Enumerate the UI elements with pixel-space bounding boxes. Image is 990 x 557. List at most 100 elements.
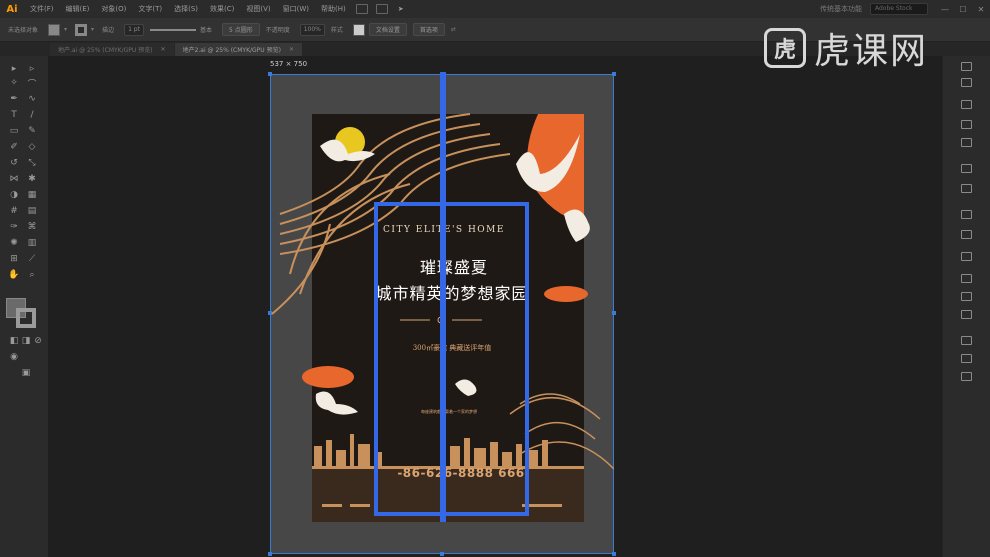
graph-tool-icon[interactable]: ▥ bbox=[26, 238, 38, 248]
symbols-icon[interactable] bbox=[961, 164, 972, 173]
align-icon[interactable] bbox=[961, 336, 972, 345]
paintbrush-icon[interactable]: ✎ bbox=[26, 126, 38, 136]
close-icon[interactable]: ✕ bbox=[161, 46, 166, 53]
pen-tool-icon[interactable]: ✒ bbox=[8, 94, 20, 104]
stroke-color-swatch[interactable] bbox=[75, 23, 88, 36]
workspace-switcher[interactable]: 传统基本功能 bbox=[820, 4, 862, 14]
mesh-icon[interactable]: # bbox=[8, 206, 20, 216]
close-icon[interactable]: ✕ bbox=[289, 46, 294, 53]
stroke-dropdown-icon[interactable]: ▾ bbox=[91, 26, 94, 33]
menu-view[interactable]: 视图(V) bbox=[240, 4, 276, 14]
watermark-logo: 虎 bbox=[764, 28, 806, 68]
menu-effect[interactable]: 效果(C) bbox=[204, 4, 240, 14]
character-icon[interactable] bbox=[961, 372, 972, 381]
puppet-warp-icon[interactable]: ✱ bbox=[26, 174, 38, 184]
draw-mode-icon[interactable]: ◉ bbox=[8, 352, 20, 362]
opacity-input[interactable]: 100% bbox=[299, 23, 325, 36]
swatches-icon[interactable] bbox=[961, 120, 972, 129]
properties-icon[interactable] bbox=[961, 62, 972, 71]
close-icon[interactable]: ✕ bbox=[972, 0, 990, 18]
app-logo: Ai bbox=[6, 3, 18, 15]
watermark: 虎 虎课网 bbox=[764, 22, 928, 74]
maximize-icon[interactable]: ☐ bbox=[954, 0, 972, 18]
pathfinder-icon[interactable] bbox=[961, 354, 972, 363]
selection-status: 未选择对象 bbox=[8, 27, 39, 34]
selection-tool-icon[interactable]: ▸ bbox=[8, 64, 20, 74]
width-tool-icon[interactable]: ⋈ bbox=[8, 174, 20, 184]
tab-document-2[interactable]: 地产2.ai @ 25% (CMYK/GPU 预览) ✕ bbox=[174, 43, 302, 56]
tools-panel: ▸ ▹ ✧ ⌒ ✒ ∿ T / ▭ ✎ ✐ ◇ ↺ ⤡ ⋈ ✱ ◑ ▦ # ▤ … bbox=[0, 56, 48, 557]
none-color-icon[interactable]: ⊘ bbox=[32, 336, 44, 346]
gradient-icon[interactable]: ▤ bbox=[26, 206, 38, 216]
opacity-label: 不透明度 bbox=[265, 27, 290, 34]
stroke-style-label: 基本 bbox=[199, 27, 212, 34]
artboard-tool-icon[interactable]: ⊞ bbox=[8, 254, 20, 264]
rotate-icon[interactable]: ↺ bbox=[8, 158, 20, 168]
gradient-swatch-icon[interactable]: ◨ bbox=[20, 336, 32, 346]
stroke-label: 描边 bbox=[102, 27, 115, 34]
transform-icon[interactable] bbox=[961, 310, 972, 319]
artboards-icon[interactable] bbox=[961, 292, 972, 301]
menu-help[interactable]: 帮助(H) bbox=[315, 4, 352, 14]
orange-cloud-shape bbox=[302, 366, 354, 388]
stroke-profile[interactable] bbox=[149, 24, 196, 36]
fill-color-swatch[interactable] bbox=[48, 23, 61, 36]
color-icon[interactable] bbox=[961, 100, 972, 109]
bridge-icon[interactable] bbox=[355, 4, 368, 14]
menu-type[interactable]: 文字(T) bbox=[132, 4, 168, 14]
zoom-tool-icon[interactable]: ⌕ bbox=[26, 270, 38, 280]
direct-selection-icon[interactable]: ▹ bbox=[26, 64, 38, 74]
menu-select[interactable]: 选择(S) bbox=[168, 4, 204, 14]
menu-bar: Ai 文件(F) 编辑(E) 对象(O) 文字(T) 选择(S) 效果(C) 视… bbox=[0, 0, 990, 18]
rectangle-tool-icon[interactable]: ▭ bbox=[8, 126, 20, 136]
tab-label: 地产2.ai @ 25% (CMYK/GPU 预览) bbox=[182, 47, 281, 54]
send-icon[interactable]: ➤ bbox=[392, 5, 410, 13]
minimize-icon[interactable]: — bbox=[936, 0, 954, 18]
blue-guide-rectangle[interactable] bbox=[374, 202, 529, 516]
stroke-panel-icon[interactable] bbox=[961, 184, 972, 193]
menu-file[interactable]: 文件(F) bbox=[24, 4, 60, 14]
appearance-icon[interactable] bbox=[961, 252, 972, 261]
layers-icon[interactable] bbox=[961, 274, 972, 283]
screen-mode-icon[interactable]: ▣ bbox=[20, 368, 32, 378]
stroke-weight-input[interactable]: 1 pt bbox=[124, 23, 144, 36]
stock-search-input[interactable]: Adobe Stock bbox=[870, 3, 928, 15]
watermark-text: 虎课网 bbox=[814, 31, 929, 72]
graphic-style-swatch[interactable] bbox=[352, 23, 365, 36]
libraries-icon[interactable] bbox=[961, 78, 972, 87]
eyedropper-icon[interactable]: ✑ bbox=[8, 222, 20, 232]
brushes-icon[interactable] bbox=[961, 138, 972, 147]
tab-document-1[interactable]: 地产.ai @ 25% (CMYK/GPU 预览) ✕ bbox=[50, 43, 174, 56]
transparency-icon[interactable] bbox=[961, 230, 972, 239]
menu-window[interactable]: 窗口(W) bbox=[277, 4, 315, 14]
shape-builder-icon[interactable]: ◑ bbox=[8, 190, 20, 200]
blend-icon[interactable]: ⌘ bbox=[26, 222, 38, 232]
artboard-size-label: 537 × 750 bbox=[270, 60, 308, 68]
stroke-color-icon[interactable] bbox=[16, 308, 36, 328]
menu-object[interactable]: 对象(O) bbox=[95, 4, 132, 14]
lasso-icon[interactable]: ⌒ bbox=[26, 78, 38, 90]
arrange-docs-icon[interactable] bbox=[375, 4, 388, 14]
tab-label: 地产.ai @ 25% (CMYK/GPU 预览) bbox=[58, 47, 153, 54]
slice-tool-icon[interactable]: ⟋ bbox=[26, 254, 38, 264]
right-panel-dock bbox=[942, 56, 990, 557]
symbol-sprayer-icon[interactable]: ✺ bbox=[8, 238, 20, 248]
preferences-button[interactable]: 首选项 bbox=[412, 23, 445, 36]
scale-icon[interactable]: ⤡ bbox=[26, 158, 38, 168]
brush-dropdown[interactable]: 5 点圆形 bbox=[221, 23, 260, 36]
eraser-icon[interactable]: ◇ bbox=[26, 142, 38, 152]
blue-guide-line[interactable] bbox=[440, 72, 446, 522]
default-colors-icon[interactable]: ◧ bbox=[8, 336, 20, 346]
gradient-panel-icon[interactable] bbox=[961, 210, 972, 219]
curvature-icon[interactable]: ∿ bbox=[26, 94, 38, 104]
arrange-icon[interactable]: ⇄ bbox=[451, 26, 456, 33]
document-setup-button[interactable]: 文档设置 bbox=[368, 23, 407, 36]
menu-edit[interactable]: 编辑(E) bbox=[60, 4, 96, 14]
line-tool-icon[interactable]: / bbox=[26, 110, 38, 120]
type-tool-icon[interactable]: T bbox=[8, 110, 20, 120]
magic-wand-icon[interactable]: ✧ bbox=[8, 78, 20, 88]
shaper-icon[interactable]: ✐ bbox=[8, 142, 20, 152]
perspective-icon[interactable]: ▦ bbox=[26, 190, 38, 200]
hand-tool-icon[interactable]: ✋ bbox=[8, 270, 20, 280]
fill-dropdown-icon[interactable]: ▾ bbox=[64, 26, 67, 33]
